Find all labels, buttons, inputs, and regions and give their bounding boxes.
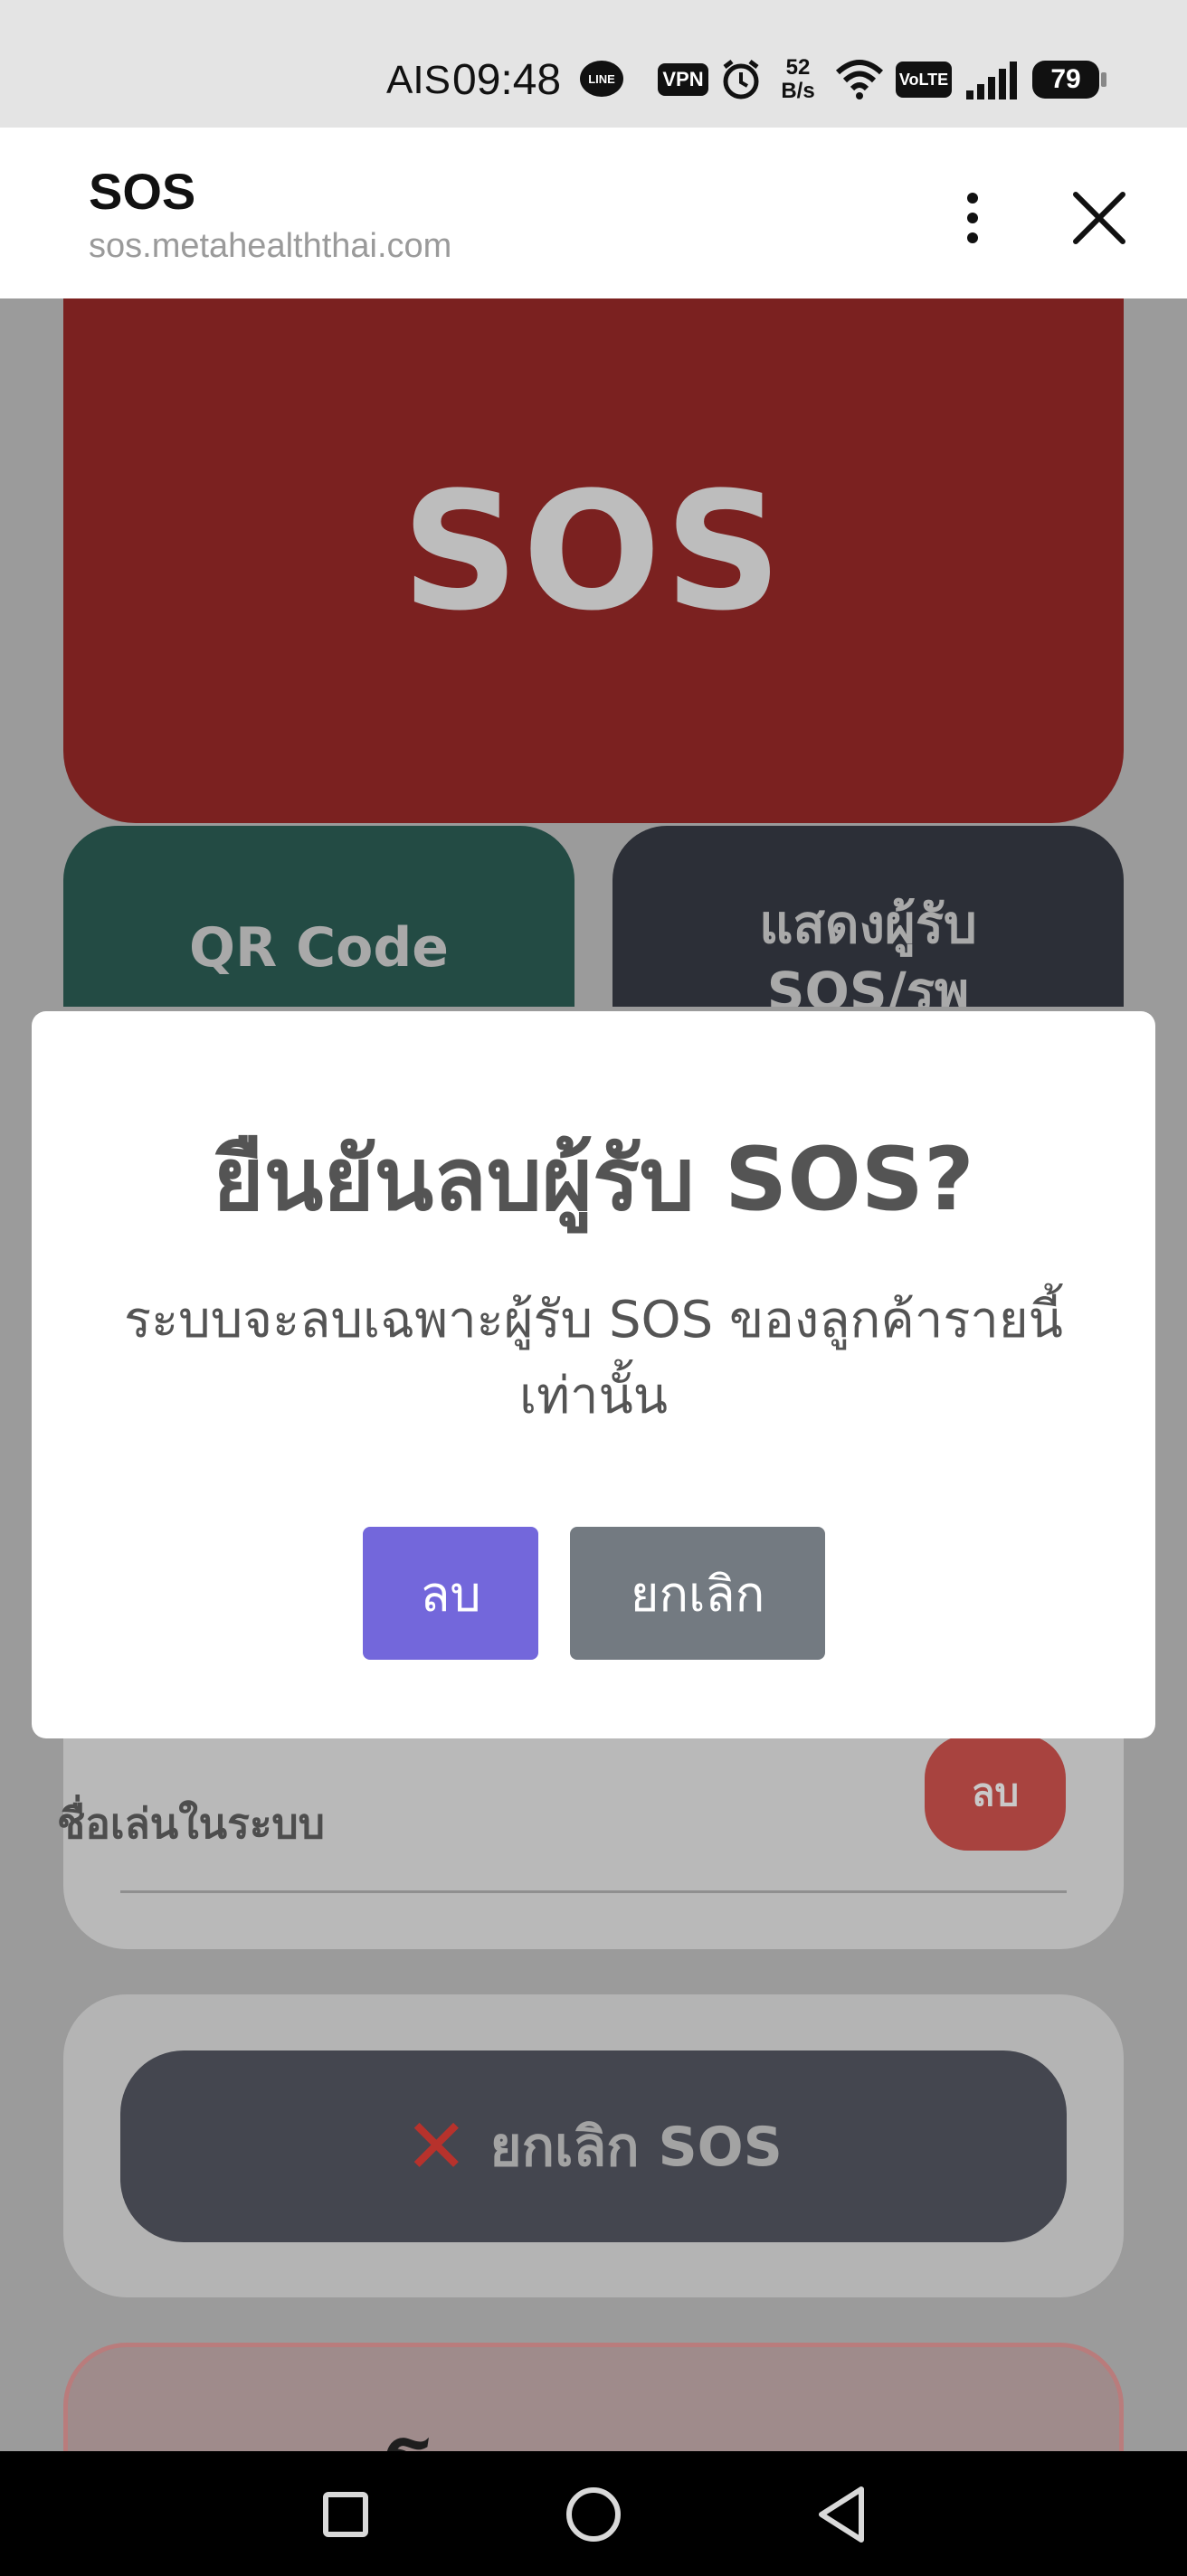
recents-icon[interactable] [300, 2469, 391, 2560]
cancel-sos-label: ยกเลิก SOS [489, 2115, 783, 2179]
qr-code-button[interactable]: QR Code [63, 826, 575, 1007]
recipient-name: ชื่อเล่นในระบบ [57, 1799, 325, 1848]
qr-code-label: QR Code [189, 916, 449, 980]
vpn-icon: VPN [658, 63, 708, 96]
net-speed: 52 B/s [775, 56, 821, 103]
cross-mark-icon: ✕ [404, 2102, 469, 2191]
confirm-dialog: ยืนยันลบผู้รับ SOS? ระบบจะลบเฉพาะผู้รับ … [32, 1011, 1155, 1738]
system-nav-bar [0, 2451, 1187, 2576]
sos-button-label: SOS [401, 457, 786, 647]
alarm-icon [719, 58, 763, 101]
carrier-label: AIS [386, 58, 451, 102]
home-icon[interactable] [548, 2469, 639, 2560]
divider [120, 1890, 1067, 1893]
speed-unit: B/s [781, 79, 815, 103]
battery-level: 79 [1050, 64, 1081, 94]
volte-icon: VoLTE [896, 62, 952, 98]
more-options-icon[interactable] [950, 182, 995, 281]
dialog-cancel-button[interactable]: ยกเลิก [570, 1527, 825, 1660]
page-title: SOS [89, 163, 196, 220]
battery-icon: 79 [1031, 60, 1107, 99]
dialog-title: ยืนยันลบผู้รับ SOS? [213, 1129, 974, 1230]
sos-button[interactable]: SOS [63, 298, 1124, 823]
confirm-delete-button[interactable]: ลบ [363, 1527, 538, 1660]
svg-text:LINE: LINE [588, 72, 615, 86]
back-icon[interactable] [796, 2469, 887, 2560]
delete-recipient-button[interactable]: ลบ [925, 1735, 1066, 1851]
status-bar: AIS 09:48 LINE VPN 52 B/s VoLTE 79 [0, 0, 1187, 128]
dialog-message: ระบบจะลบเฉพาะผู้รับ SOS ของลูกค้ารายนี้เ… [124, 1291, 1063, 1425]
browser-header: SOS sos.metahealththai.com [0, 128, 1187, 298]
signal-icon [964, 60, 1019, 99]
show-recipients-button[interactable]: แสดงผู้รับ SOS/รพ [612, 826, 1124, 1007]
wifi-icon [834, 56, 885, 101]
line-icon: LINE [579, 60, 624, 101]
clock: 09:48 [452, 56, 562, 104]
url-label: sos.metahealththai.com [89, 227, 452, 265]
speed-value: 52 [785, 55, 811, 80]
show-recipients-label: แสดงผู้รับ SOS/รพ [759, 894, 977, 1007]
cancel-sos-button[interactable]: ✕ ยกเลิก SOS [120, 2050, 1067, 2242]
close-icon[interactable] [1063, 182, 1135, 281]
